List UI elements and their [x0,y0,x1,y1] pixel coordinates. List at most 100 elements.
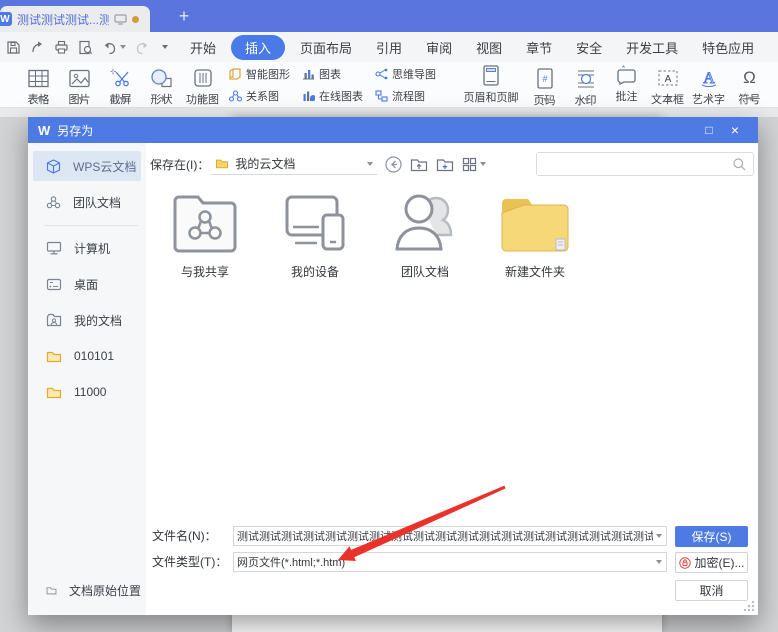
search-icon [733,157,746,170]
print-preview-icon[interactable] [78,40,93,55]
computer-icon [46,241,62,255]
tab-section[interactable]: 章节 [514,35,564,60]
save-icon[interactable] [6,40,21,55]
svg-text:A: A [703,70,715,87]
function-diagram-button[interactable]: 功能图 [182,68,223,106]
tab-special-apps[interactable]: 特色应用 [690,35,766,60]
ribbon-stack-col-2: 图表 在线图表 [302,66,363,104]
picture-icon [69,69,90,87]
filetype-dropdown[interactable]: 网页文件(*.html;*.htm) [233,552,667,572]
symbol-button[interactable]: Ω 符号 [729,68,770,106]
document-tab[interactable]: W 测试测试测试...测试测试测试 [0,6,150,32]
screenshot-button[interactable]: 截屏 [100,68,141,106]
up-one-level-button[interactable] [410,157,428,172]
tab-view[interactable]: 视图 [464,35,514,60]
formula-button[interactable]: π 公式 [770,68,778,101]
document-tab-title: 测试测试测试...测试测试测试 [17,12,109,27]
sidebar-item-computer[interactable]: 计算机 [33,233,141,263]
redo-icon [136,42,147,54]
undo-button[interactable] [102,40,126,55]
undo-dropdown-icon[interactable] [120,45,126,49]
text-box-icon: A [657,70,678,86]
table-dropdown-icon [37,96,43,101]
tab-page-layout[interactable]: 页面布局 [288,35,364,60]
dialog-close-button[interactable]: × [722,122,748,138]
chart-icon [303,69,314,79]
comment-icon: * [617,65,636,85]
filename-value: 测试测试测试测试测试测试测试测试测试测试测试测试测试测试测试测试测试测试测试测试… [237,531,653,543]
save-in-dropdown-icon [367,161,374,166]
save-in-label: 保存在(I)： [150,157,210,172]
comment-button[interactable]: * 批注 [606,65,647,104]
back-arrow-icon [385,155,402,173]
tab-doc-assistant[interactable]: 文档助手 [766,35,778,60]
picture-button[interactable]: 图片 [59,69,100,106]
shapes-button[interactable]: 形状 [141,68,182,106]
file-item-team-docs[interactable]: 团队文档 [373,187,477,280]
sidebar-item-wps-cloud[interactable]: WPS云文档 [33,151,141,181]
new-tab-button[interactable]: + [172,4,196,28]
view-mode-button[interactable] [462,157,487,172]
ribbon-stack-col-1: 智能图形 关系图 [229,66,290,104]
monitor-icon [114,13,127,25]
unsaved-dot-icon [132,15,139,23]
document-area-strip [0,108,778,117]
flowchart-button[interactable]: 流程图 [375,88,436,104]
chart-button[interactable]: 图表 [302,66,363,82]
back-button[interactable] [385,155,402,173]
dialog-main: 保存在(I)： 我的云文档 与我共享 我的设备 团队文档 新建文件夹 文件名(N… [146,143,758,615]
function-diagram-icon [193,69,212,87]
search-box[interactable] [536,152,754,176]
shared-folder-icon [173,195,237,253]
shapes-dropdown-icon [160,97,166,101]
filetype-dropdown-icon [656,560,662,564]
dialog-titlebar[interactable]: W 另存为 □ × [28,117,758,143]
save-in-combobox[interactable]: 我的云文档 [211,153,378,175]
tab-insert[interactable]: 插入 [231,34,286,60]
ribbon-stack-col-3: 思维导图 流程图 [375,66,436,104]
sidebar-item-folder-11000[interactable]: 11000 [33,377,141,407]
sidebar-item-my-documents[interactable]: 我的文档 [33,305,141,335]
wordart-button[interactable]: A 艺术字 [688,68,729,107]
save-button[interactable]: 保存(S) [675,526,748,547]
tab-dev-tools[interactable]: 开发工具 [614,35,690,60]
new-folder-button[interactable] [436,157,454,172]
toolbar-more-icon[interactable] [162,45,168,49]
sidebar-item-original-location[interactable]: 文档原始位置 [33,575,141,605]
file-item-new-folder[interactable]: 新建文件夹 [483,187,587,280]
header-footer-button[interactable]: 页眉和页脚 [458,64,524,105]
export-icon[interactable] [30,40,45,55]
online-chart-button[interactable]: 在线图表 [302,88,363,104]
watermark-button[interactable]: 水印 [565,68,606,107]
tab-review[interactable]: 审阅 [414,35,464,60]
tab-references[interactable]: 引用 [364,35,414,60]
filename-combobox[interactable]: 测试测试测试测试测试测试测试测试测试测试测试测试测试测试测试测试测试测试测试测试… [233,526,667,546]
dialog-maximize-button[interactable]: □ [696,123,722,137]
search-input[interactable] [537,157,732,171]
insert-ribbon: 表格 图片 截屏 形状 功能图 智能图形 关系图 图表 在线图表 思维导图 流程… [0,62,778,108]
file-item-shared-with-me[interactable]: 与我共享 [153,187,257,280]
tab-security[interactable]: 安全 [564,35,614,60]
resize-grip[interactable] [744,601,754,611]
page-number-button[interactable]: # 页码 [524,67,565,107]
sidebar-item-team-docs[interactable]: 团队文档 [33,187,141,217]
relationship-diagram-button[interactable]: 关系图 [229,88,290,104]
save-as-dialog: W 另存为 □ × WPS云文档 团队文档 计算机 桌面 我的文档 010101… [28,117,758,615]
filename-dropdown-icon [656,534,662,538]
smartart-button[interactable]: 智能图形 [229,66,290,82]
function-diagram-dropdown-icon [201,97,207,101]
tab-home[interactable]: 开始 [178,35,228,60]
sidebar-item-desktop[interactable]: 桌面 [33,269,141,299]
table-icon [28,69,49,87]
dialog-title: 另存为 [57,123,94,138]
mind-map-button[interactable]: 思维导图 [375,66,436,82]
cancel-button[interactable]: 取消 [675,580,748,601]
table-button[interactable]: 表格 [18,69,59,106]
print-icon[interactable] [54,40,69,55]
sidebar-item-folder-010101[interactable]: 010101 [33,341,141,371]
file-item-my-devices[interactable]: 我的设备 [263,187,367,280]
text-box-button[interactable]: A 文本框 [647,68,688,106]
encrypt-button[interactable]: 加密(E)... [675,552,748,573]
desktop-icon [46,278,62,290]
ribbon-tabs: 开始 插入 页面布局 引用 审阅 视图 章节 安全 开发工具 特色应用 文档助手 [178,34,778,60]
